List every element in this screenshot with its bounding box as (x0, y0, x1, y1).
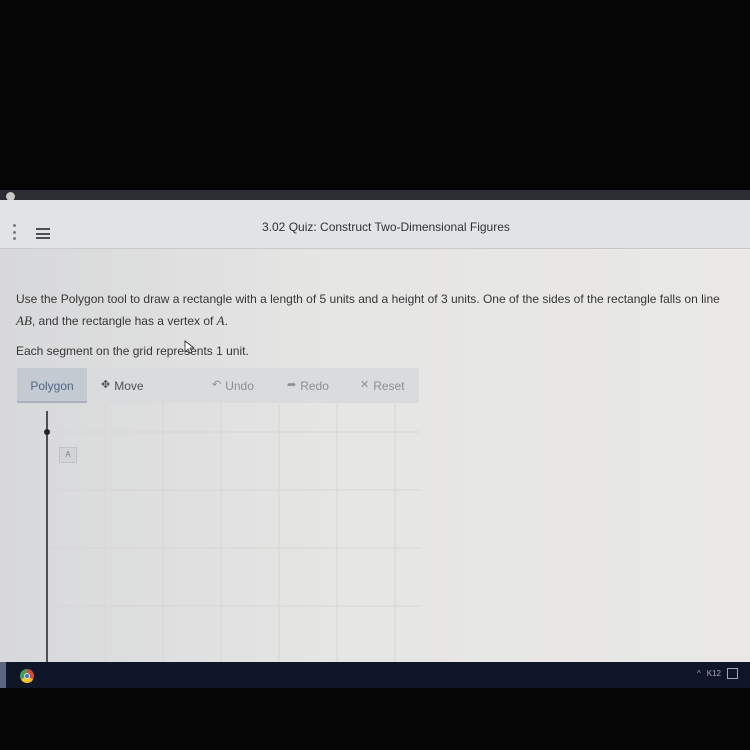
more-options-icon[interactable] (10, 224, 18, 240)
menu-icon[interactable] (36, 228, 50, 239)
monitor-bezel-bottom (0, 688, 750, 750)
move-arrows-icon: ✥ (101, 379, 111, 391)
quiz-page: 3.02 Quiz: Construct Two-Dimensional Fig… (0, 200, 750, 663)
mouse-cursor-icon (184, 340, 194, 354)
tray-text: K12 (706, 669, 721, 678)
start-button[interactable] (0, 662, 6, 688)
point-a[interactable] (44, 429, 50, 435)
line-ab-label: AB (16, 313, 32, 328)
system-tray: ^ K12 (697, 668, 738, 679)
graph-toolbar: Polygon ✥ Move ↶ Undo ➦ Redo ✕ Reset (17, 368, 419, 403)
point-a-label: A (59, 447, 77, 463)
redo-arrow-icon: ➦ (287, 379, 297, 391)
close-x-icon: ✕ (360, 379, 370, 391)
page-title: 3.02 Quiz: Construct Two-Dimensional Fig… (262, 220, 510, 234)
page-header: 3.02 Quiz: Construct Two-Dimensional Fig… (0, 200, 750, 249)
grid-lines (47, 403, 419, 663)
vertex-label: A (216, 313, 225, 328)
grid-unit-note: Each segment on the grid represents 1 un… (16, 344, 249, 358)
monitor-bezel-top (0, 0, 750, 190)
polygon-tool-button[interactable]: Polygon (17, 368, 87, 403)
graph-canvas[interactable]: A (17, 403, 419, 663)
notification-icon[interactable] (727, 668, 738, 679)
redo-button[interactable]: ➦ Redo (287, 368, 329, 403)
undo-arrow-icon: ↶ (212, 379, 222, 391)
question-text: Use the Polygon tool to draw a rectangle… (16, 292, 720, 328)
grid-svg[interactable] (17, 403, 419, 663)
reset-button[interactable]: ✕ Reset (360, 368, 405, 403)
tray-chevron-icon[interactable]: ^ (697, 669, 701, 678)
question-content: Use the Polygon tool to draw a rectangle… (0, 248, 750, 663)
chrome-icon[interactable] (20, 669, 34, 683)
taskbar: ^ K12 (0, 662, 750, 688)
undo-button[interactable]: ↶ Undo (212, 368, 254, 403)
move-tool-button[interactable]: ✥ Move (101, 368, 144, 403)
